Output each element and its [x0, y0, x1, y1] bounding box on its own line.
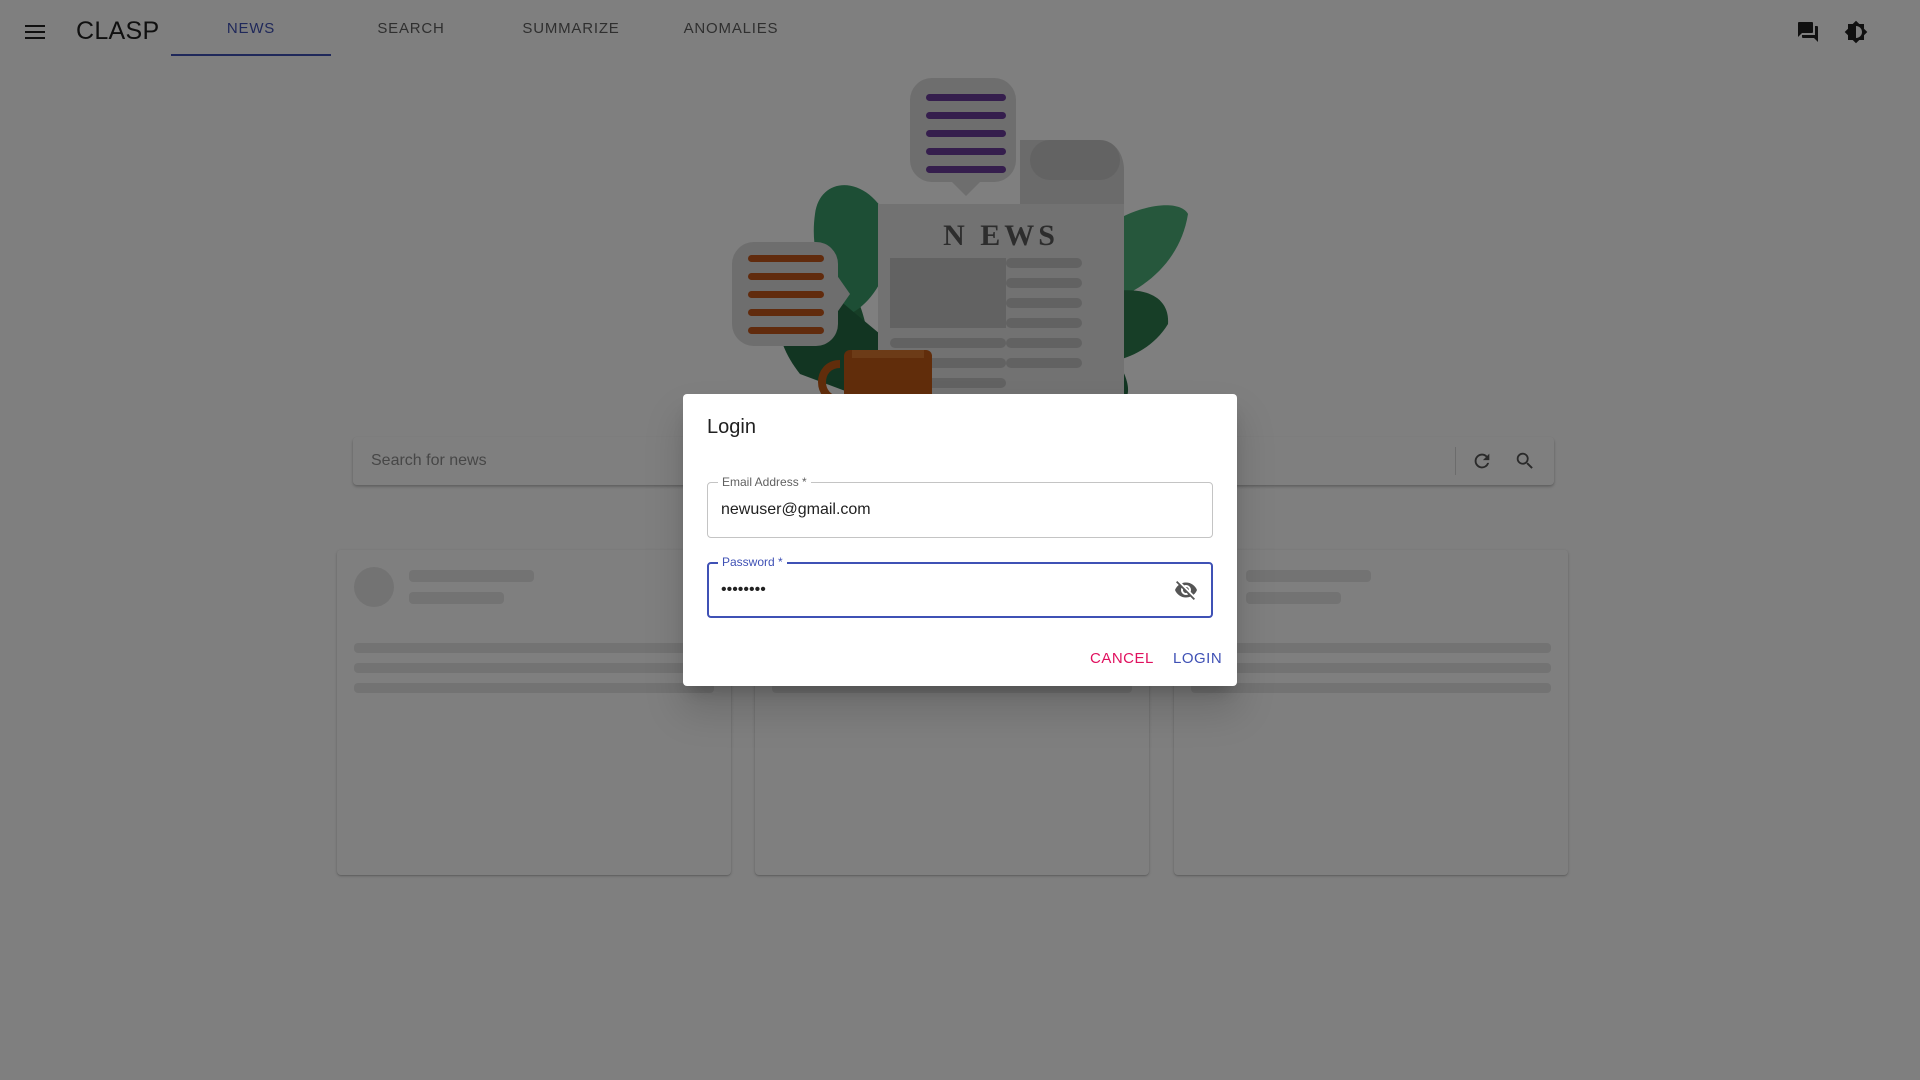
- email-input[interactable]: [721, 483, 1161, 537]
- password-field: Password *: [707, 555, 1213, 618]
- login-dialog: Login Email Address * Password * CANCEL …: [683, 394, 1237, 686]
- visibility-off-icon: [1175, 581, 1197, 600]
- email-field: Email Address *: [707, 475, 1213, 538]
- login-button[interactable]: LOGIN: [1173, 646, 1222, 670]
- password-input[interactable]: [721, 564, 1161, 616]
- toggle-password-visibility-button[interactable]: [1173, 578, 1199, 602]
- dialog-title: Login: [707, 416, 756, 438]
- cancel-button[interactable]: CANCEL: [1090, 646, 1154, 670]
